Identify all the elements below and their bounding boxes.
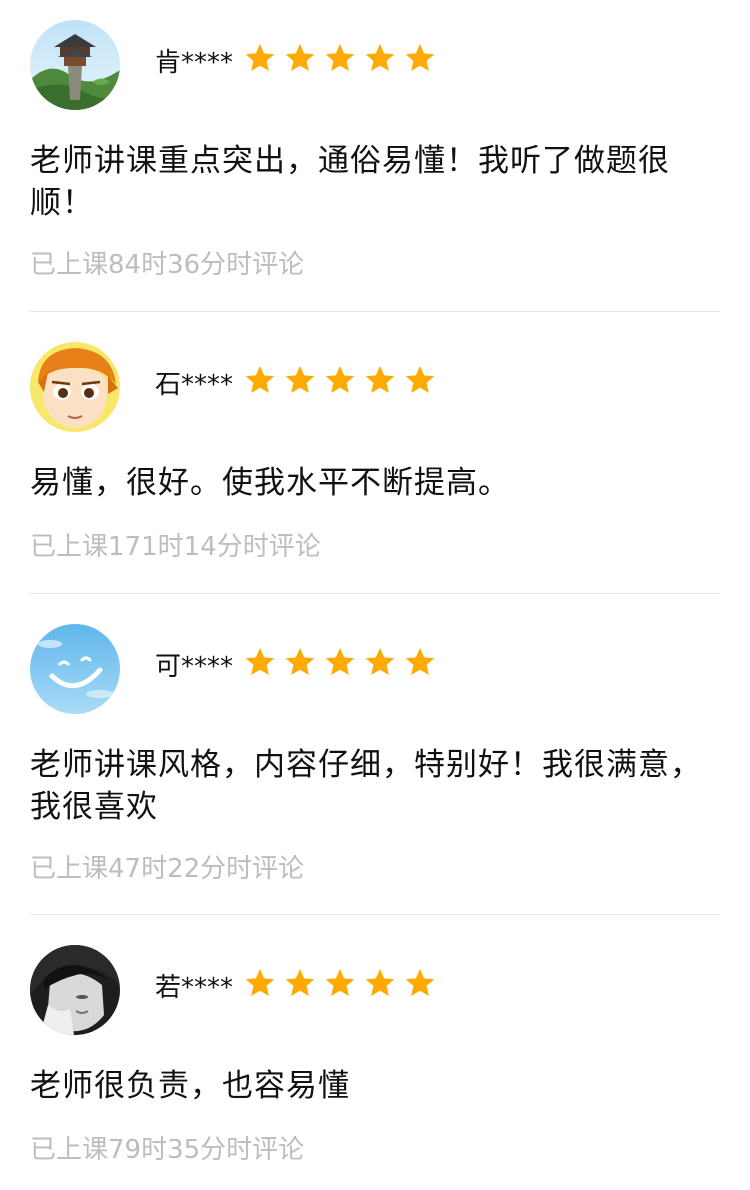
avatar[interactable]: [30, 945, 120, 1035]
star-rating: [244, 364, 436, 396]
star-icon: [324, 42, 356, 74]
review-meta: 已上课171时14分时评论: [30, 532, 321, 562]
star-icon: [284, 364, 316, 396]
star-icon: [364, 967, 396, 999]
review-comment: 老师讲课重点突出，通俗易懂！我听了做题很顺！: [30, 143, 670, 221]
review-item: 若**** 老师很负责，也容易懂 已上课79时35分时评论: [0, 945, 750, 1190]
sky-smile-avatar-icon: [30, 624, 120, 714]
star-icon: [404, 646, 436, 678]
review-list: 肯**** 老师讲课重点突出，通俗易懂！我听了做题很顺！ 已上课84时36分时评…: [0, 0, 750, 1190]
star-icon: [324, 967, 356, 999]
review-meta: 已上课79时35分时评论: [30, 1135, 305, 1165]
review-comment: 老师很负责，也容易懂: [30, 1068, 350, 1104]
review-comment: 易懂，很好。使我水平不断提高。: [30, 465, 510, 501]
review-meta: 已上课84时36分时评论: [30, 250, 305, 280]
grayscale-portrait-avatar-icon: [30, 945, 120, 1035]
star-rating: [244, 646, 436, 678]
star-icon: [284, 42, 316, 74]
star-icon: [404, 42, 436, 74]
reviewer-name: 肯****: [155, 48, 234, 78]
star-rating: [244, 967, 436, 999]
review-comment: 老师讲课风格，内容仔细，特别好！我很满意，我很喜欢: [30, 747, 702, 825]
review-item: 石**** 易懂，很好。使我水平不断提高。 已上课171时14分时评论: [0, 342, 750, 592]
star-icon: [324, 364, 356, 396]
star-icon: [404, 364, 436, 396]
divider: [30, 914, 720, 915]
review-meta: 已上课47时22分时评论: [30, 854, 305, 884]
avatar[interactable]: [30, 20, 120, 110]
star-icon: [244, 364, 276, 396]
star-icon: [364, 42, 396, 74]
review-item: 可**** 老师讲课风格，内容仔细，特别好！我很满意，我很喜欢 已上课47时22…: [0, 624, 750, 914]
cartoon-boy-avatar-icon: [30, 342, 120, 432]
star-icon: [404, 967, 436, 999]
star-icon: [244, 646, 276, 678]
star-icon: [244, 967, 276, 999]
divider: [30, 311, 720, 312]
star-icon: [324, 646, 356, 678]
avatar[interactable]: [30, 342, 120, 432]
star-icon: [284, 646, 316, 678]
reviewer-name: 石****: [155, 370, 234, 400]
star-icon: [364, 646, 396, 678]
pavilion-landscape-avatar-icon: [30, 20, 120, 110]
star-icon: [364, 364, 396, 396]
review-item: 肯**** 老师讲课重点突出，通俗易懂！我听了做题很顺！ 已上课84时36分时评…: [0, 20, 750, 310]
avatar[interactable]: [30, 624, 120, 714]
reviewer-name: 若****: [155, 973, 234, 1003]
divider: [30, 593, 720, 594]
star-icon: [284, 967, 316, 999]
star-rating: [244, 42, 436, 74]
reviewer-name: 可****: [155, 652, 234, 682]
star-icon: [244, 42, 276, 74]
